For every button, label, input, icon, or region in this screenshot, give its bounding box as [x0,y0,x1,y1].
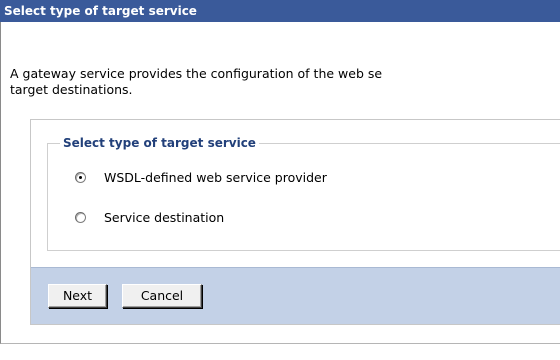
option-service-destination[interactable]: Service destination [75,210,224,225]
cancel-button[interactable]: Cancel [122,284,202,308]
target-type-legend: Select type of target service [60,135,259,151]
description-line-1: A gateway service provides the configura… [10,66,383,81]
option-wsdl-provider[interactable]: WSDL-defined web service provider [75,170,327,185]
radio-wsdl-provider[interactable] [75,172,86,183]
radio-service-destination[interactable] [75,212,86,223]
button-bar [31,267,560,324]
description-text: A gateway service provides the configura… [10,66,560,98]
option-service-destination-label: Service destination [104,210,225,225]
next-button[interactable]: Next [48,284,107,308]
page-title: Select type of target service [0,0,560,22]
target-type-fieldset [47,143,560,251]
option-wsdl-provider-label: WSDL-defined web service provider [104,170,327,185]
description-line-2: target destinations. [10,82,133,97]
